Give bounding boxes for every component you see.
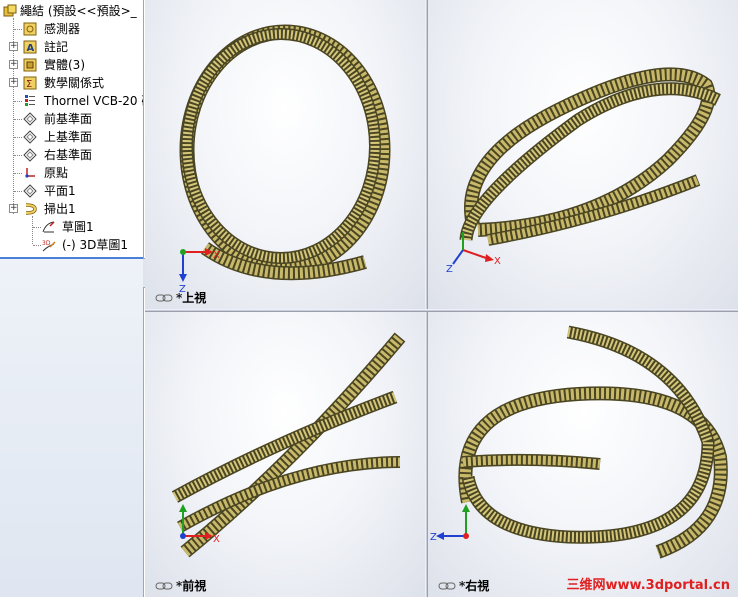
- tree-item[interactable]: 感測器: [0, 20, 143, 38]
- rope-model-iso-view: X Z: [446, 67, 721, 275]
- tree-item[interactable]: + 掃出1: [0, 200, 143, 218]
- axis-x-label-iso: X: [494, 256, 501, 267]
- axis-x-label-top: X: [213, 250, 220, 261]
- tree-child-item[interactable]: 3D (-) 3D草圖1: [0, 236, 143, 254]
- svg-text:A: A: [27, 43, 35, 54]
- expand-toggle-icon[interactable]: +: [9, 60, 18, 69]
- viewport-right-label: *右視: [438, 577, 489, 594]
- tree-guide-line: [14, 29, 22, 30]
- link-icon: [438, 582, 456, 589]
- tree-guide-line: [14, 173, 22, 174]
- tree-empty-area: [0, 257, 143, 597]
- material-icon: [23, 94, 37, 108]
- viewport-front[interactable]: X *前視: [145, 312, 425, 597]
- triad-right: Z: [430, 504, 470, 543]
- tree-item[interactable]: 上基準面: [0, 128, 143, 146]
- tree-item-label: 平面1: [44, 184, 76, 198]
- tree-item[interactable]: 前基準面: [0, 110, 143, 128]
- tree-child-item[interactable]: 草圖1: [0, 218, 143, 236]
- tree-item[interactable]: + Σ 數學關係式: [0, 74, 143, 92]
- tree-item-label: 感測器: [44, 22, 81, 36]
- solid-bodies-icon: [23, 58, 37, 72]
- plane-icon: [23, 130, 37, 144]
- viewport-right-name: *右視: [459, 579, 490, 593]
- tree-guide-line: [14, 191, 22, 192]
- annotation-icon: A: [23, 40, 37, 54]
- tree-item-label: 上基準面: [44, 130, 93, 144]
- tree-guide-line: [33, 227, 41, 228]
- axis-z-label-iso: Z: [446, 264, 453, 275]
- tree-item[interactable]: + 實體(3): [0, 56, 143, 74]
- part-icon: [3, 4, 17, 18]
- tree-guide-line: [14, 119, 22, 120]
- viewport-splitter-vertical[interactable]: [425, 0, 428, 597]
- tree-child-label: 草圖1: [62, 220, 94, 234]
- tree-item[interactable]: 平面1: [0, 182, 143, 200]
- tree-item[interactable]: Thornel VCB-20 碳: [0, 92, 144, 110]
- rope-model-right-view: Z: [430, 325, 728, 559]
- axis-z-label-right: Z: [430, 532, 437, 543]
- tree-guide-line: [14, 101, 22, 102]
- tree-item[interactable]: 原點: [0, 164, 143, 182]
- viewport-top-label: *上視: [155, 289, 206, 306]
- viewport-top[interactable]: X Z *上視: [145, 0, 425, 309]
- link-icon: [155, 294, 173, 301]
- tree-child-label: (-) 3D草圖1: [62, 238, 129, 252]
- tree-root-label: 繩結 (預設<<預設>_: [20, 4, 137, 18]
- tree-item-label: 右基準面: [44, 148, 93, 162]
- feature-manager-tree: 繩結 (預設<<預設>_ 感測器 + A 註記 + 實體(3) + Σ 數學關係式 Thornel…: [0, 0, 144, 597]
- expand-toggle-icon[interactable]: +: [9, 78, 18, 87]
- axis-x-label-front: X: [213, 534, 220, 545]
- tree-item-label: 註記: [44, 40, 69, 54]
- rope-model-front-view: X: [171, 332, 406, 558]
- sweep-icon: [23, 202, 37, 216]
- expand-toggle-icon[interactable]: +: [9, 42, 18, 51]
- viewport-isometric[interactable]: X Z: [428, 0, 738, 309]
- tree-guide-line: [33, 245, 41, 246]
- expand-toggle-icon[interactable]: +: [9, 204, 18, 213]
- tree-item-label: 數學關係式: [44, 76, 105, 90]
- origin-icon: [23, 166, 37, 180]
- viewport-right[interactable]: Z *右視 三维网www.3dportal.cn: [428, 312, 738, 597]
- link-icon: [155, 582, 173, 589]
- tree-item-label: 掃出1: [44, 202, 76, 216]
- rope-model-top-view: X Z: [179, 24, 391, 295]
- tree-item[interactable]: 右基準面: [0, 146, 143, 164]
- 3d-sketch-icon: 3D: [42, 238, 56, 252]
- equations-icon: Σ: [23, 76, 37, 90]
- svg-text:Σ: Σ: [26, 79, 32, 90]
- tree-item-label: 前基準面: [44, 112, 93, 126]
- sketch-icon: [42, 220, 56, 234]
- watermark-text: 三维网www.3dportal.cn: [566, 578, 730, 593]
- tree-item[interactable]: + A 註記: [0, 38, 143, 56]
- viewport-top-name: *上視: [176, 291, 207, 305]
- tree-item-label: 原點: [44, 166, 69, 180]
- viewport-front-label: *前視: [155, 577, 206, 594]
- tree-item-label: 實體(3): [44, 58, 85, 72]
- viewport-splitter-horizontal[interactable]: [145, 309, 738, 312]
- tree-guide-line: [14, 155, 22, 156]
- viewport-front-name: *前視: [176, 579, 207, 593]
- tree-guide-line: [14, 137, 22, 138]
- tree-root[interactable]: 繩結 (預設<<預設>_: [0, 2, 143, 20]
- plane-icon: [23, 184, 37, 198]
- triad-top: X Z: [179, 248, 220, 295]
- plane-icon: [23, 112, 37, 126]
- plane-icon: [23, 148, 37, 162]
- tree-item-label: Thornel VCB-20 碳: [44, 94, 144, 108]
- sensor-icon: [23, 22, 37, 36]
